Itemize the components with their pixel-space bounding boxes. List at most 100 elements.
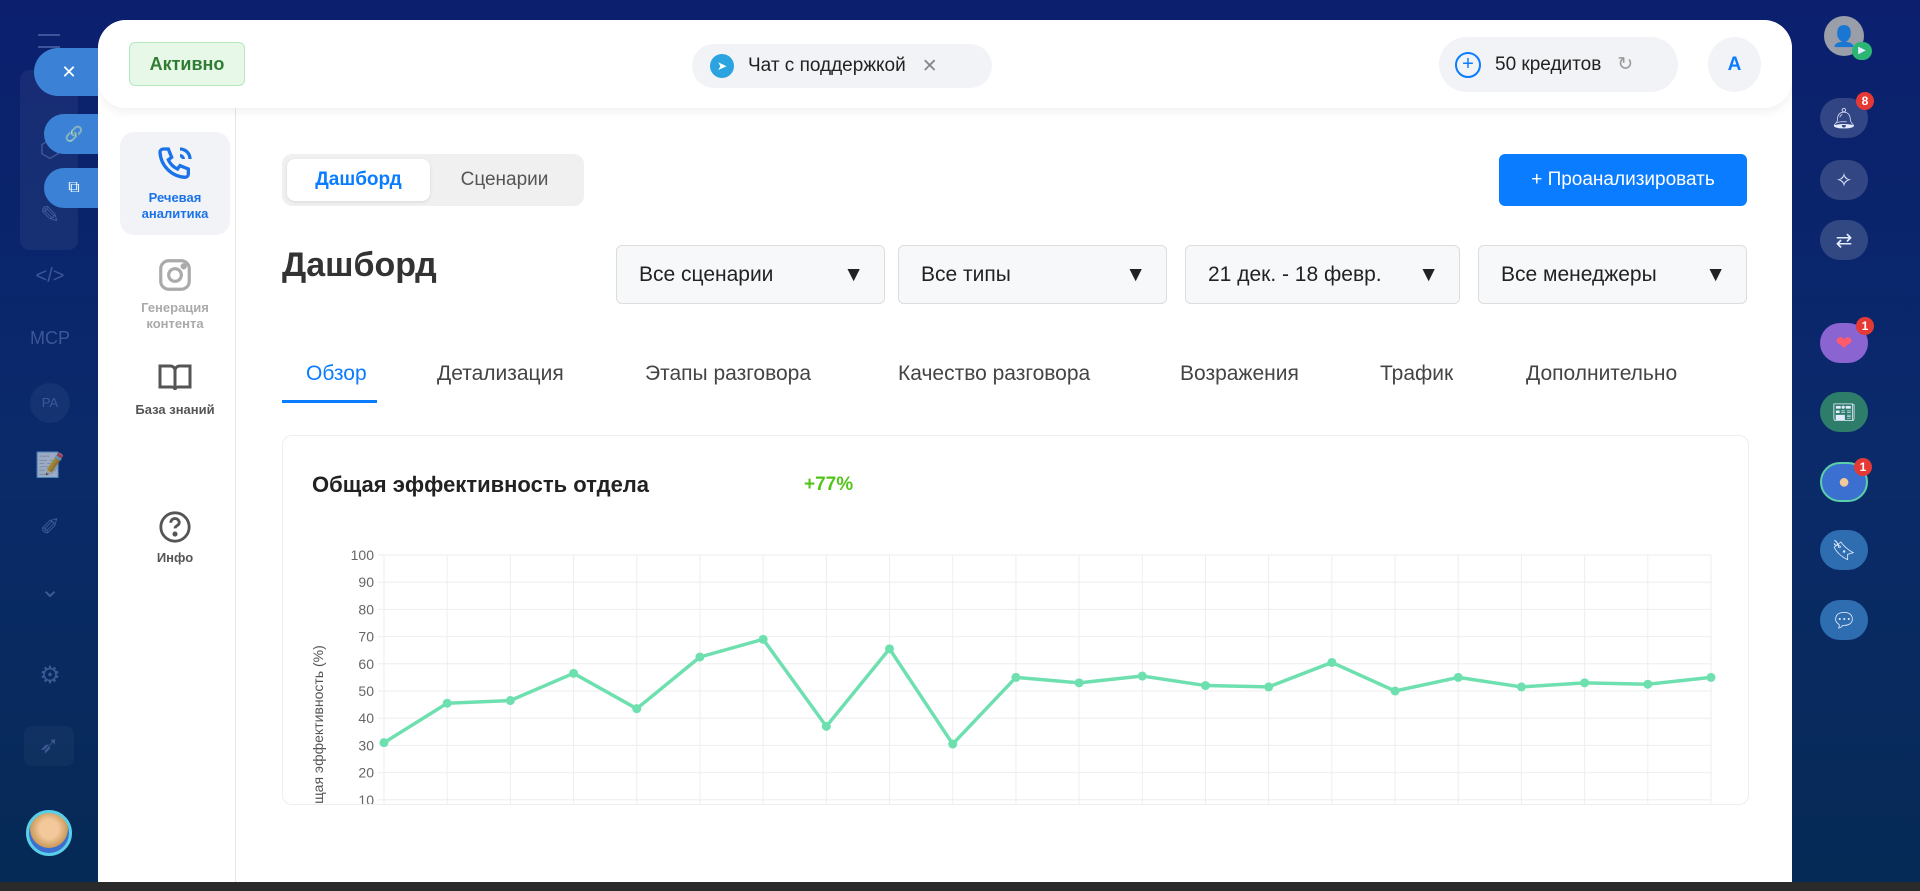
rocket-icon[interactable]: ➶: [24, 726, 74, 766]
y-tick-label: 80: [358, 601, 374, 617]
tab-overview[interactable]: Обзор: [306, 362, 367, 402]
heart-icon: ❤: [1835, 332, 1853, 355]
right-sidebar: 👤 ▶ 🔔︎ 8 ✧ ⇄ ❤ 1 📰︎ ● 1 🔖︎ 💬︎: [1792, 0, 1898, 882]
data-point: [632, 704, 642, 714]
badge-count: 1: [1854, 458, 1872, 476]
nav-knowledge-base[interactable]: База знаний: [120, 348, 230, 418]
y-tick-label: 10: [358, 792, 374, 805]
profile-button[interactable]: 👤 ▶: [1824, 16, 1872, 60]
caret-down-icon: ▼: [1705, 262, 1726, 286]
y-tick-label: 90: [358, 574, 374, 590]
refresh-icon[interactable]: ↻: [1617, 53, 1633, 76]
tab-details[interactable]: Детализация: [437, 362, 564, 402]
active-tab-underline: [282, 400, 377, 403]
doc-edit-icon[interactable]: 📝: [30, 446, 70, 486]
assistant-avatar-button[interactable]: ● 1: [1820, 458, 1872, 502]
open-external-button[interactable]: ⧉: [44, 168, 104, 208]
scenario-filter[interactable]: Все сценарии ▼: [616, 245, 885, 304]
y-tick-label: 60: [358, 656, 374, 672]
efficiency-line: [383, 637, 1712, 746]
close-button[interactable]: ✕: [34, 48, 104, 96]
ai-button[interactable]: ✧: [1820, 160, 1868, 200]
date-range-filter[interactable]: 21 дек. - 18 февр. ▼: [1185, 245, 1460, 304]
tab-scenarios[interactable]: Сценарии: [432, 159, 577, 201]
filter-value: Все менеджеры: [1501, 262, 1657, 286]
nav-content-generation[interactable]: Генерация контента: [120, 244, 230, 332]
tab-stages[interactable]: Этапы разговора: [645, 362, 811, 402]
caret-down-icon: ▼: [843, 262, 864, 286]
data-point: [1643, 679, 1653, 689]
data-point: [1327, 657, 1337, 667]
nav-label: Речевая аналитика: [141, 190, 209, 221]
window-header: Активно ➤ Чат с поддержкой ✕ + 50 кредит…: [98, 20, 1792, 108]
nav-speech-analytics[interactable]: Речевая аналитика: [120, 132, 230, 235]
data-point: [1137, 671, 1147, 681]
messages-button[interactable]: 💬︎: [1820, 600, 1868, 640]
add-credits-icon[interactable]: +: [1455, 51, 1481, 78]
analyze-button[interactable]: + Проанализировать: [1499, 154, 1747, 206]
external-link-icon: ⧉: [68, 179, 80, 196]
instagram-icon: [159, 259, 191, 291]
bookmark-icon: 🔖︎: [1831, 539, 1857, 562]
data-point: [1390, 686, 1400, 696]
y-tick-label: 20: [358, 765, 374, 781]
nav-info[interactable]: Инфо: [120, 498, 230, 566]
data-point: [1264, 682, 1274, 692]
data-point: [1706, 672, 1716, 682]
support-chat-pill[interactable]: ➤ Чат с поддержкой ✕: [692, 44, 992, 88]
data-point: [569, 668, 579, 678]
credits-pill[interactable]: + 50 кредитов ↻: [1439, 37, 1678, 92]
type-filter[interactable]: Все типы ▼: [898, 245, 1167, 304]
app-heart-button[interactable]: ❤ 1: [1820, 317, 1874, 363]
view-switch: Дашборд Сценарии: [282, 154, 584, 206]
credits-label: 50 кредитов: [1495, 53, 1602, 75]
nav-label: Инфо: [156, 550, 194, 565]
close-icon: ✕: [61, 61, 77, 82]
chat-exchange-icon: ⇄: [1835, 229, 1853, 252]
caret-down-icon: ▼: [1418, 262, 1439, 286]
filter-value: 21 дек. - 18 февр.: [1208, 262, 1382, 286]
menu-icon[interactable]: [38, 34, 60, 48]
tab-dashboard[interactable]: Дашборд: [287, 159, 430, 201]
tab-quality[interactable]: Качество разговора: [898, 362, 1090, 402]
phone-waves-icon: [158, 147, 192, 180]
link-button[interactable]: 🔗: [44, 114, 104, 154]
tab-additional[interactable]: Дополнительно: [1526, 362, 1677, 402]
data-point: [758, 634, 768, 644]
y-tick-label: 30: [358, 737, 374, 753]
speech-analytics-window: Активно ➤ Чат с поддержкой ✕ + 50 кредит…: [98, 20, 1792, 882]
bell-icon: 🔔︎: [1831, 107, 1857, 130]
exchange-chat-button[interactable]: ⇄: [1820, 220, 1868, 260]
sparkle-orbit-icon: ✧: [1835, 169, 1853, 192]
gear-icon[interactable]: ⚙: [30, 656, 70, 696]
y-axis-label: Общая эффективность (%): [310, 645, 326, 805]
code-icon[interactable]: </>: [30, 256, 70, 296]
help-icon: [159, 511, 191, 543]
data-point: [948, 739, 958, 749]
data-point: [1453, 672, 1463, 682]
mcp-icon[interactable]: MCP: [30, 318, 70, 358]
chevron-down-icon[interactable]: ⌄: [30, 570, 70, 610]
manager-filter[interactable]: Все менеджеры ▼: [1478, 245, 1747, 304]
data-point: [379, 738, 389, 748]
y-tick-label: 40: [358, 710, 374, 726]
support-chat-label: Чат с поддержкой: [748, 55, 906, 76]
tab-traffic[interactable]: Трафик: [1380, 362, 1453, 402]
nav-label: Генерация контента: [141, 300, 209, 331]
tab-objections[interactable]: Возражения: [1180, 362, 1299, 402]
link-icon: 🔗: [64, 126, 84, 143]
bookmark-button[interactable]: 🔖︎: [1820, 530, 1868, 570]
assistant-avatar-icon: ●: [1837, 470, 1851, 493]
nav-label: База знаний: [135, 402, 215, 417]
data-point: [442, 698, 452, 708]
data-point: [1074, 678, 1084, 688]
notification-count: 8: [1856, 92, 1874, 110]
news-button[interactable]: 📰︎: [1820, 392, 1868, 432]
user-avatar[interactable]: [26, 810, 72, 856]
account-avatar[interactable]: A: [1708, 37, 1761, 92]
pen-icon[interactable]: ✐: [30, 508, 70, 548]
data-point: [1580, 678, 1590, 688]
close-icon[interactable]: ✕: [922, 55, 938, 78]
notifications-button[interactable]: 🔔︎ 8: [1820, 92, 1874, 138]
pa-icon[interactable]: PA: [30, 383, 70, 423]
